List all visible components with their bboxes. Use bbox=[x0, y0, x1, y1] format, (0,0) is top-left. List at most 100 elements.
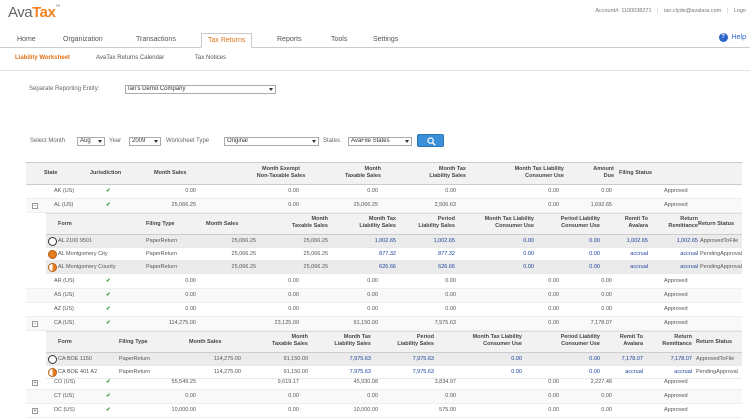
subnav-liability-worksheet[interactable]: Liability Worksheet bbox=[15, 55, 70, 61]
cell-taxable: 0.00 bbox=[367, 188, 378, 194]
cell-status: Approved bbox=[664, 188, 688, 194]
cell-period[interactable]: 877.32 bbox=[398, 251, 455, 258]
cell-period[interactable]: 626.66 bbox=[398, 264, 455, 271]
cell-liability[interactable]: 7,975.63 bbox=[314, 369, 371, 376]
col-state[interactable]: State bbox=[44, 170, 57, 177]
tab-settings[interactable]: Settings bbox=[367, 33, 404, 48]
cell-period[interactable]: 7,975.63 bbox=[376, 356, 434, 363]
table-row[interactable]: AZ (US) ✔ 0.00 0.00 0.00 0.00 0.00 0.00 … bbox=[26, 303, 742, 317]
tab-tools[interactable]: Tools bbox=[325, 33, 353, 48]
year-value: 2009 bbox=[132, 138, 146, 144]
cell-return-status: PendingApproval bbox=[700, 251, 742, 257]
cell-consumer[interactable]: 0.00 bbox=[446, 369, 522, 376]
cell-liability: 0.00 bbox=[445, 188, 456, 194]
year-select[interactable]: 2009 bbox=[129, 137, 161, 146]
cell-taxable: 10,000.00 bbox=[353, 407, 378, 413]
tab-tax-returns[interactable]: Tax Returns bbox=[201, 33, 253, 48]
worksheet-type-select[interactable]: Original bbox=[224, 137, 319, 146]
tab-home[interactable]: Home bbox=[11, 33, 42, 48]
subnav-tax-notices[interactable]: Tax Notices bbox=[195, 55, 226, 61]
cell-exempt: 0.00 bbox=[288, 202, 299, 208]
account-number: Account#: 1100038271 bbox=[595, 8, 652, 14]
form-row[interactable]: AL 2100 9501 PaperReturn 25,066.25 25,06… bbox=[46, 235, 742, 248]
states-select[interactable]: AvaFile States bbox=[348, 137, 412, 146]
check-icon: ✔ bbox=[106, 379, 111, 385]
cell-return[interactable]: accrual bbox=[650, 264, 698, 271]
subnav-returns-calendar[interactable]: AvaTax Returns Calendar bbox=[96, 55, 164, 61]
subcol-month-sales: Month Sales bbox=[206, 221, 239, 227]
avatax-logo[interactable]: AvaTax™ bbox=[8, 4, 60, 21]
subcol-form: Form bbox=[58, 339, 72, 345]
cell-return[interactable]: accrual bbox=[650, 251, 698, 258]
tab-organization[interactable]: Organization bbox=[57, 33, 109, 48]
col-exempt[interactable]: Month Exempt Non-Taxable Sales bbox=[236, 166, 326, 180]
help-link[interactable]: ? Help bbox=[718, 33, 746, 42]
table-row[interactable]: AK (US) ✔ 0.00 0.00 0.00 0.00 0.00 0.00 … bbox=[26, 185, 742, 199]
cell-period-consumer[interactable]: 0.00 bbox=[524, 356, 600, 363]
col-liability[interactable]: Month Tax Liability Sales bbox=[406, 166, 466, 180]
subcol-period-consumer: Period Liability Consumer Use bbox=[560, 216, 600, 229]
cell-liability[interactable]: 877.32 bbox=[336, 251, 396, 258]
cell-return[interactable]: 7,178.07 bbox=[646, 356, 692, 363]
cell-liability[interactable]: 1,002.65 bbox=[336, 238, 396, 245]
table-row[interactable]: AS (US) ✔ 0.00 0.00 0.00 0.00 0.00 0.00 … bbox=[26, 289, 742, 303]
cell-consumer[interactable]: 0.00 bbox=[446, 356, 522, 363]
cell-sales: 25,066.25 bbox=[231, 264, 256, 270]
table-row[interactable]: + DC (US) ✔ 10,000.00 0.00 10,000.00 575… bbox=[26, 404, 742, 418]
col-jurisdiction[interactable]: Jurisdiction bbox=[90, 170, 121, 177]
table-row[interactable]: − CA (US) ✔ 114,275.00 23,125.00 91,150.… bbox=[26, 317, 742, 331]
ca-forms-header: Form Filing Type Month Sales Month Taxab… bbox=[46, 331, 742, 353]
cell-exempt: 0.00 bbox=[288, 407, 299, 413]
cell-remit[interactable]: accrual bbox=[606, 264, 648, 271]
form-row[interactable]: AL Montgomery County PaperReturn 25,066.… bbox=[46, 261, 742, 274]
cell-liability: 7,975.63 bbox=[434, 320, 456, 326]
form-row[interactable]: CA BOE 1150 PaperReturn 114,275.00 91,15… bbox=[46, 353, 742, 366]
col-taxable[interactable]: Month Taxable Sales bbox=[331, 166, 381, 180]
subcol-taxable: Month Taxable Sales bbox=[292, 216, 328, 229]
subcol-period-liability: Period Liability Sales bbox=[418, 216, 455, 229]
cell-remit[interactable]: 1,002.65 bbox=[606, 238, 648, 245]
cell-return[interactable]: accrual bbox=[646, 369, 692, 376]
cell-remit[interactable]: accrual bbox=[606, 251, 648, 258]
cell-consumer[interactable]: 0.00 bbox=[458, 264, 534, 271]
expand-icon[interactable]: + bbox=[32, 408, 38, 414]
col-amount-due[interactable]: Amount Due bbox=[576, 166, 614, 180]
cell-period-consumer[interactable]: 0.00 bbox=[536, 251, 600, 258]
collapse-icon[interactable]: − bbox=[32, 321, 38, 327]
cell-period-consumer[interactable]: 0.00 bbox=[536, 238, 600, 245]
cell-consumer[interactable]: 0.00 bbox=[458, 251, 534, 258]
col-filing-status[interactable]: Filing Status bbox=[619, 170, 652, 177]
collapse-icon[interactable]: − bbox=[32, 203, 38, 209]
user-email[interactable]: ian.clyde@avalara.com bbox=[664, 8, 721, 14]
cell-period[interactable]: 7,975.63 bbox=[376, 369, 434, 376]
subcol-filing-type: Filing Type bbox=[119, 339, 148, 345]
subcol-liability: Month Tax Liability Sales bbox=[334, 334, 371, 347]
tab-reports[interactable]: Reports bbox=[271, 33, 308, 48]
cell-remit[interactable]: accrual bbox=[603, 369, 643, 376]
entity-select[interactable]: Ian's Demo Company bbox=[125, 85, 276, 94]
search-button[interactable] bbox=[417, 134, 444, 147]
col-month-sales[interactable]: Month Sales bbox=[154, 170, 186, 177]
cell-period[interactable]: 1,002.65 bbox=[398, 238, 455, 245]
subcol-period-consumer: Period Liability Consumer Use bbox=[560, 334, 600, 347]
table-row[interactable]: + CO (US) ✔ 55,549.25 9,619.17 45,930.08… bbox=[26, 376, 742, 390]
col-consumer[interactable]: Month Tax Liability Consumer Use bbox=[476, 166, 564, 180]
tab-transactions[interactable]: Transactions bbox=[130, 33, 182, 48]
table-row[interactable]: − AL (US) ✔ 25,066.25 0.00 25,066.25 2,5… bbox=[26, 199, 742, 213]
cell-liability[interactable]: 7,975.63 bbox=[314, 356, 371, 363]
cell-taxable: 0.00 bbox=[367, 292, 378, 298]
subcol-return-remittance: Return Remittance bbox=[668, 216, 698, 229]
cell-liability[interactable]: 626.66 bbox=[336, 264, 396, 271]
table-row[interactable]: CT (US) ✔ 0.00 0.00 0.00 0.00 0.00 0.00 … bbox=[26, 390, 742, 404]
month-select[interactable]: Aug bbox=[77, 137, 105, 146]
cell-return[interactable]: 1,002.65 bbox=[650, 238, 698, 245]
form-row[interactable]: AL Montgomery City PaperReturn 25,066.25… bbox=[46, 248, 742, 261]
cell-period-consumer[interactable]: 0.00 bbox=[524, 369, 600, 376]
cell-remit[interactable]: 7,178.07 bbox=[603, 356, 643, 363]
logout-link[interactable]: Logo bbox=[734, 8, 746, 14]
table-row[interactable]: AR (US) ✔ 0.00 0.00 0.00 0.00 0.00 0.00 … bbox=[26, 275, 742, 289]
cell-consumer[interactable]: 0.00 bbox=[458, 238, 534, 245]
cell-period-consumer[interactable]: 0.00 bbox=[536, 264, 600, 271]
check-icon: ✔ bbox=[106, 188, 111, 194]
expand-icon[interactable]: + bbox=[32, 380, 38, 386]
